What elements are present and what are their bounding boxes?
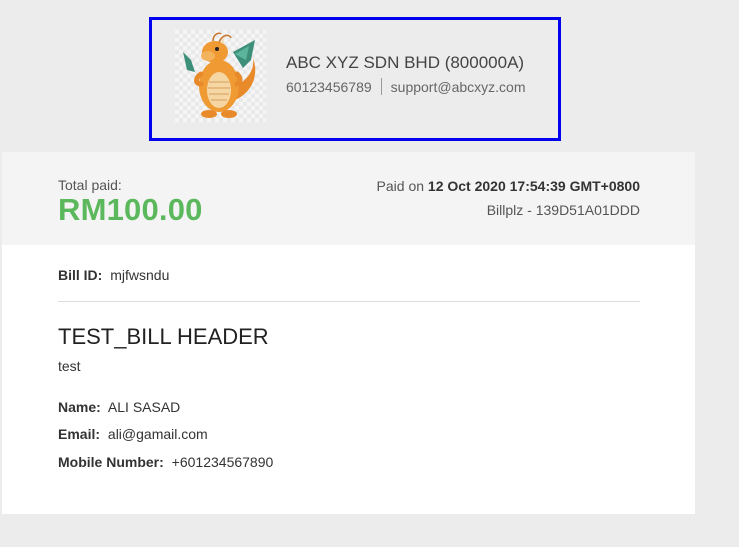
- payment-summary: Total paid: RM100.00 Paid on 12 Oct 2020…: [2, 152, 695, 245]
- dragon-mascot-icon: [175, 30, 266, 122]
- bill-id-label: Bill ID:: [58, 267, 103, 283]
- bill-title: TEST_BILL HEADER: [58, 324, 269, 349]
- section-divider: [58, 301, 640, 302]
- customer-name-label: Name:: [58, 399, 101, 415]
- paid-on-datetime: 12 Oct 2020 17:54:39 GMT+0800: [427, 178, 640, 194]
- customer-email-label: Email:: [58, 426, 101, 442]
- gateway-reference: Billplz - 139D51A01DDD: [486, 202, 640, 218]
- customer-email-row: Email: ali@gamail.com: [58, 426, 208, 442]
- merchant-header: ABC XYZ SDN BHD (800000A) 60123456789 su…: [149, 17, 561, 141]
- paid-on-text: Paid on 12 Oct 2020 17:54:39 GMT+0800: [377, 178, 640, 194]
- bill-description: test: [58, 358, 81, 374]
- contact-divider: [380, 78, 382, 95]
- total-paid-amount: RM100.00: [58, 192, 203, 227]
- merchant-contact: 60123456789 support@abcxyz.com: [286, 78, 525, 95]
- receipt-panel: Total paid: RM100.00 Paid on 12 Oct 2020…: [2, 152, 695, 514]
- total-paid-label: Total paid:: [58, 177, 122, 193]
- customer-mobile-row: Mobile Number: +601234567890: [58, 454, 273, 470]
- receipt-page: ABC XYZ SDN BHD (800000A) 60123456789 su…: [0, 0, 739, 547]
- customer-name-row: Name: ALI SASAD: [58, 399, 180, 415]
- bill-id-row: Bill ID: mjfwsndu: [58, 267, 169, 283]
- customer-mobile-value: +601234567890: [171, 454, 274, 470]
- merchant-email: support@abcxyz.com: [390, 78, 526, 95]
- merchant-phone: 60123456789: [286, 78, 372, 95]
- paid-on-prefix: Paid on: [376, 178, 425, 194]
- bill-id-value: mjfwsndu: [110, 267, 170, 283]
- customer-name-value: ALI SASAD: [107, 399, 181, 415]
- customer-mobile-label: Mobile Number:: [58, 454, 164, 470]
- customer-email-value: ali@gamail.com: [107, 426, 208, 442]
- merchant-name: ABC XYZ SDN BHD (800000A): [286, 53, 525, 72]
